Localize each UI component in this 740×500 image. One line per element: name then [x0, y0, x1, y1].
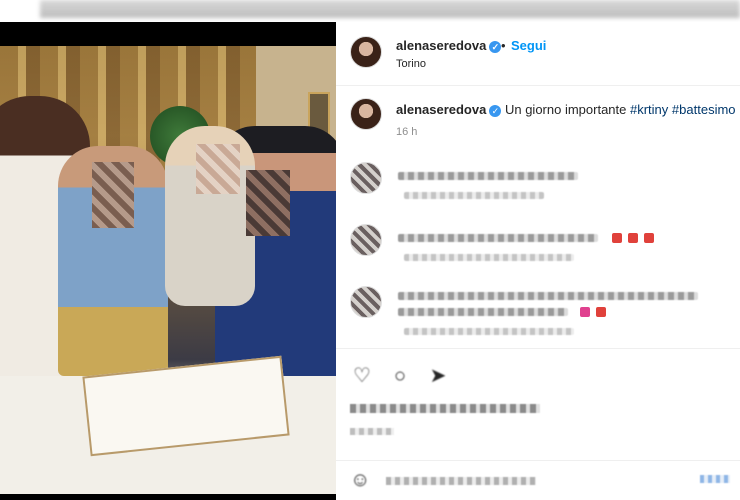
- caption-body: Un giorno importante: [504, 102, 627, 117]
- share-icon[interactable]: ➤: [426, 364, 450, 388]
- heart-icon[interactable]: ♡: [350, 364, 374, 388]
- blurred-post-date: [350, 428, 394, 435]
- follow-button[interactable]: Segui: [511, 38, 546, 53]
- blurred-likes-count[interactable]: [350, 404, 540, 413]
- post-caption: alenaseredova ✓ Un giorno importante #krt…: [336, 98, 740, 146]
- comment-item: [336, 224, 740, 274]
- caption-username[interactable]: alenaseredova: [396, 102, 486, 117]
- heart-emoji-icon: [644, 233, 654, 243]
- blurred-comment-text: [398, 292, 698, 300]
- heart-emoji-icon: [628, 233, 638, 243]
- comment-item: [336, 286, 740, 336]
- comment-item: [336, 162, 740, 212]
- smile-icon[interactable]: ☺: [350, 469, 370, 492]
- pixelated-face: [246, 170, 290, 236]
- username-link[interactable]: alenaseredova ✓: [396, 38, 502, 53]
- blurred-comment-text: [398, 234, 598, 242]
- browser-top-bar: [0, 0, 740, 22]
- pixelated-face: [92, 162, 134, 228]
- blurred-comment-meta: [404, 192, 544, 199]
- avatar[interactable]: [350, 162, 382, 194]
- post-sidebar: alenaseredova ✓ • Segui Torino alenasered…: [336, 22, 740, 500]
- post-media-panel: [0, 22, 336, 500]
- avatar[interactable]: [350, 286, 382, 318]
- blurred-header-strip: [40, 0, 740, 18]
- post-time: 16 h: [396, 126, 418, 138]
- verified-badge-icon: ✓: [489, 40, 502, 53]
- blurred-comment-meta: [404, 254, 574, 261]
- post-header: alenaseredova ✓ • Segui Torino: [336, 22, 740, 86]
- hashtag-link[interactable]: #battesimo: [672, 102, 736, 117]
- hashtag-link[interactable]: #krtiny: [630, 102, 668, 117]
- caption-text: alenaseredova ✓ Un giorno importante #krt…: [396, 102, 736, 117]
- avatar[interactable]: [350, 224, 382, 256]
- avatar[interactable]: [350, 36, 382, 68]
- heart-emoji-icon: [596, 307, 606, 317]
- publish-button[interactable]: [700, 475, 730, 483]
- avatar[interactable]: [350, 98, 382, 130]
- pixelated-face: [196, 144, 240, 194]
- heart-emoji-icon: [612, 233, 622, 243]
- blurred-comment-text: [398, 172, 578, 180]
- post-photo[interactable]: [0, 46, 336, 494]
- comment-icon[interactable]: ○: [388, 364, 412, 388]
- add-comment-bar: ☺: [336, 460, 740, 500]
- heart-emoji-icon: [580, 307, 590, 317]
- post-actions: ♡ ○ ➤: [350, 364, 730, 390]
- blurred-comment-meta: [404, 328, 574, 335]
- verified-badge-icon: ✓: [489, 104, 502, 117]
- comment-input[interactable]: [386, 477, 536, 485]
- separator-dot: •: [501, 38, 506, 53]
- location-link[interactable]: Torino: [396, 58, 426, 70]
- divider: [336, 348, 740, 349]
- blurred-comment-text: [398, 308, 568, 316]
